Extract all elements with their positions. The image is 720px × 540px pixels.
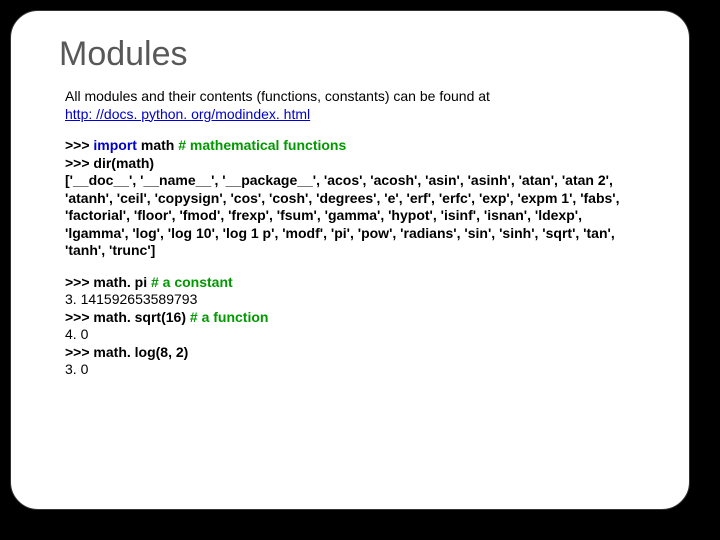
prompt: >>>: [65, 137, 93, 153]
keyword-import: import: [93, 137, 140, 153]
module-name: math: [141, 137, 178, 153]
expr: >>> math. log(8, 2): [65, 344, 647, 362]
spacer: [65, 260, 647, 274]
code-line: >>> dir(math): [65, 155, 647, 173]
prompt: >>>: [65, 155, 93, 171]
output-line: 4. 0: [65, 326, 647, 344]
comment: # a constant: [151, 274, 233, 290]
code-line: >>> math. sqrt(16) # a function: [65, 309, 647, 327]
code-line: >>> math. pi # a constant: [65, 274, 647, 292]
comment: # a function: [190, 309, 269, 325]
slide-body: All modules and their contents (function…: [65, 88, 647, 379]
intro-paragraph: All modules and their contents (function…: [65, 88, 647, 123]
expr: >>> math. sqrt(16): [65, 309, 190, 325]
docs-link[interactable]: http: //docs. python. org/modindex. html: [65, 106, 310, 122]
code-block-2: >>> math. pi # a constant 3. 14159265358…: [65, 274, 647, 379]
output-line: 3. 141592653589793: [65, 291, 647, 309]
comment: # mathematical functions: [178, 137, 346, 153]
code-line: >>> import math # mathematical functions: [65, 137, 647, 155]
slide-title: Modules: [59, 35, 689, 74]
intro-text: All modules and their contents (function…: [65, 88, 490, 104]
code-block-1: >>> import math # mathematical functions…: [65, 137, 647, 260]
output-line: 3. 0: [65, 361, 647, 379]
dir-output: ['__doc__', '__name__', '__package__', '…: [65, 172, 647, 260]
expr: >>> math. pi: [65, 274, 151, 290]
call-dir: dir(math): [93, 155, 154, 171]
slide-frame: Modules All modules and their contents (…: [10, 10, 690, 510]
